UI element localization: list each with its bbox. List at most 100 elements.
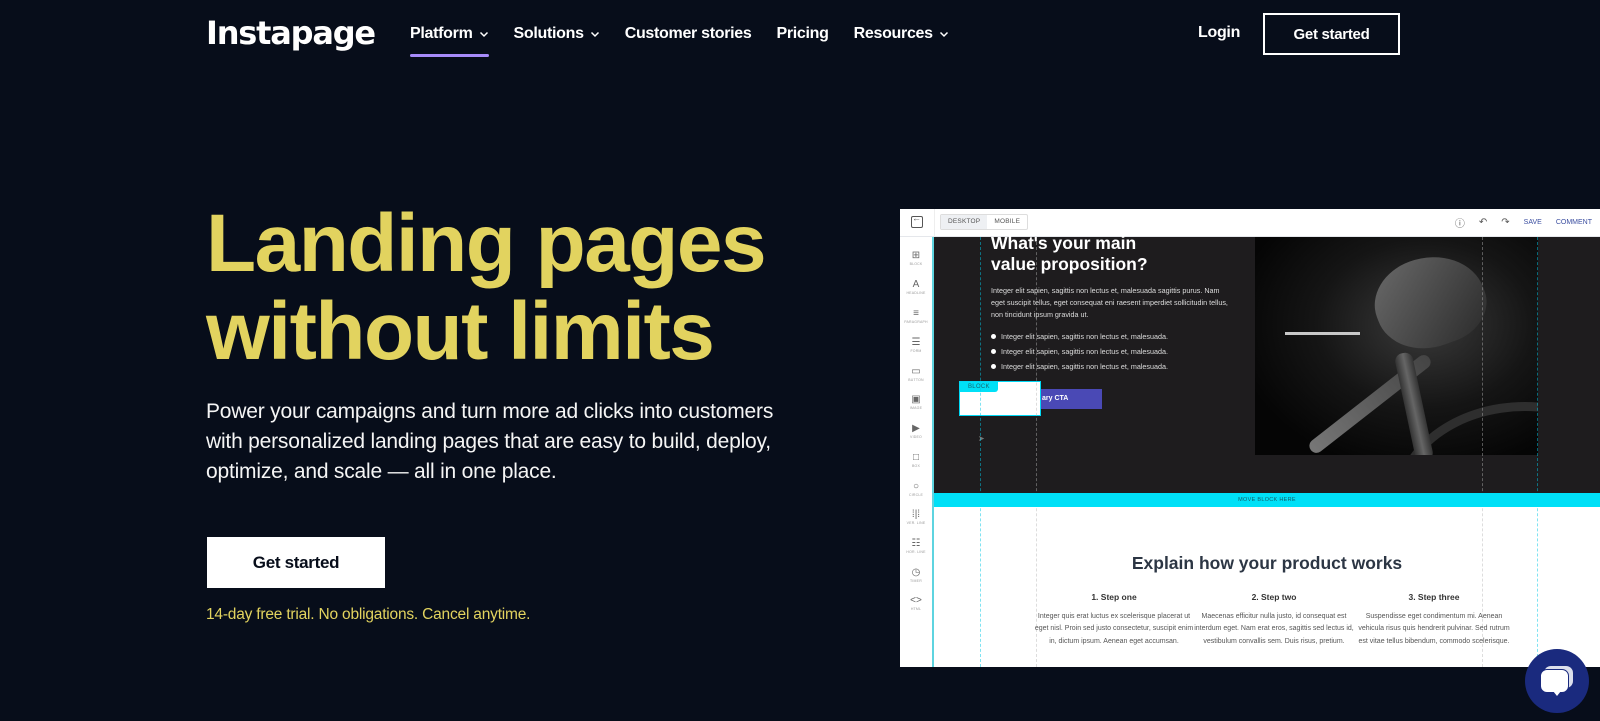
chevron-down-icon <box>939 31 948 38</box>
tool-label: BLOCK <box>909 262 923 266</box>
login-link[interactable]: Login <box>1198 24 1240 42</box>
nav-label: Resources <box>853 25 933 42</box>
chevron-down-icon <box>590 31 599 38</box>
tool-image[interactable]: ▣ IMAGE <box>900 394 932 410</box>
step-title: 1. Step one <box>1091 592 1137 602</box>
value-prop-bullets: Integer elit sapien, sagittis non lectus… <box>991 329 1168 374</box>
save-button[interactable]: SAVE <box>1524 219 1542 226</box>
element-toolbar: ⊞ BLOCK A HEADLINE ≡ PARAGRAPH ☰ FORM ▭ BUTTO… <box>900 237 934 667</box>
circle-icon: ○ <box>912 481 920 492</box>
cyclist-photo <box>1255 237 1538 455</box>
horizontal-line-icon: ☷ <box>911 538 921 549</box>
block-tag: BLOCK <box>960 382 998 392</box>
tool-label: BUTTON <box>908 378 924 382</box>
undo-icon[interactable]: ↶ <box>1479 217 1487 228</box>
tool-video[interactable]: ▶ VIDEO <box>900 423 932 439</box>
nav-item-platform[interactable]: Platform <box>410 22 489 57</box>
step-body: Integer quis erat luctus ex scelerisque … <box>1034 613 1194 645</box>
hero-title-line2: without limits <box>206 286 715 377</box>
view-desktop-tab[interactable]: DESKTOP <box>941 215 988 229</box>
paragraph-icon: ≡ <box>913 308 919 319</box>
toolbar-divider <box>934 209 935 237</box>
chevron-down-icon <box>479 31 488 38</box>
tool-vertical-line[interactable]: ⁞|⁞ VER. LINE <box>900 509 932 525</box>
tool-label: HOR. LINE <box>906 550 926 554</box>
trial-note: 14-day free trial. No obligations. Cance… <box>206 606 531 623</box>
nav-get-started-button[interactable]: Get started <box>1263 13 1400 55</box>
value-prop-section[interactable]: What's your main value proposition? Inte… <box>934 233 1600 493</box>
step-card: 2. Step two Maecenas efficitur nulla jus… <box>1194 592 1354 648</box>
tool-label: PARAGRAPH <box>904 320 928 324</box>
vertical-line-icon: ⁞|⁞ <box>911 509 921 520</box>
tool-block[interactable]: ⊞ BLOCK <box>900 250 932 266</box>
step-body: Maecenas efficitur nulla justo, id conse… <box>1194 613 1354 645</box>
main-menu: Platform Solutions Customer stories Pric… <box>410 22 974 57</box>
top-nav: Instapage Platform Solutions Customer st… <box>0 0 1600 68</box>
explain-title: Explain how your product works <box>1131 553 1403 573</box>
nav-label: Platform <box>410 25 473 42</box>
toolbar-actions: ⓘ ↶ ↷ SAVE COMMENT <box>1455 215 1592 230</box>
tool-timer[interactable]: ◷ TIMER <box>900 567 932 583</box>
tool-headline[interactable]: A HEADLINE <box>900 279 932 295</box>
timer-icon: ◷ <box>911 567 921 578</box>
tool-horizontal-line[interactable]: ☷ HOR. LINE <box>900 538 932 554</box>
value-prop-title-line1: What's your main <box>991 233 1137 253</box>
photo-arm <box>1362 240 1498 364</box>
comment-button[interactable]: COMMENT <box>1556 219 1592 226</box>
tool-label: VIDEO <box>910 435 922 439</box>
step-title: 2. Step two <box>1251 592 1297 602</box>
tool-label: HEADLINE <box>906 291 926 295</box>
bullet-item: Integer elit sapien, sagittis non lectus… <box>991 329 1168 344</box>
step-card: 3. Step three Suspendisse eget condiment… <box>1354 592 1514 648</box>
html-icon: <> <box>910 595 922 606</box>
tool-paragraph[interactable]: ≡ PARAGRAPH <box>900 308 932 324</box>
tool-label: HTML <box>910 607 922 611</box>
tool-button[interactable]: ▭ BUTTON <box>900 366 932 382</box>
hero-get-started-button[interactable]: Get started <box>207 537 385 588</box>
exit-icon[interactable] <box>911 213 923 228</box>
nav-label: Customer stories <box>624 25 752 42</box>
hero-title-line1: Landing pages <box>206 198 767 289</box>
tool-box[interactable]: □ BOX <box>900 452 932 468</box>
steps-row: 1. Step one Integer quis erat luctus ex … <box>1034 592 1554 648</box>
step-body: Suspendisse eget condimentum mi. Aenean … <box>1358 613 1510 645</box>
tool-circle[interactable]: ○ CIRCLE <box>900 481 932 497</box>
photo-highlight <box>1285 332 1360 335</box>
instapage-logo[interactable]: Instapage <box>206 14 376 52</box>
nav-label: Pricing <box>776 25 829 42</box>
nav-label: Solutions <box>513 25 584 42</box>
dragged-block[interactable]: BLOCK <box>959 381 1041 416</box>
tool-label: BOX <box>912 464 920 468</box>
hero-subtitle: Power your campaigns and turn more ad cl… <box>206 400 774 483</box>
view-mobile-tab[interactable]: MOBILE <box>987 215 1027 229</box>
tool-label: VER. LINE <box>906 521 926 525</box>
headline-icon: A <box>912 279 920 290</box>
tool-form[interactable]: ☰ FORM <box>900 337 932 353</box>
redo-icon[interactable]: ↷ <box>1501 217 1509 228</box>
nav-item-customer-stories[interactable]: Customer stories <box>625 22 752 46</box>
move-block-dropzone[interactable]: MOVE BLOCK HERE <box>934 493 1600 507</box>
button-icon: ▭ <box>911 366 921 377</box>
question-circle-icon[interactable]: ⓘ <box>1455 215 1465 230</box>
video-icon: ▶ <box>912 423 920 434</box>
block-icon: ⊞ <box>911 250 921 261</box>
tool-label: TIMER <box>910 579 922 583</box>
tool-label: IMAGE <box>909 406 923 410</box>
view-toggle: DESKTOP MOBILE <box>940 214 1029 230</box>
mouse-cursor-icon: ➤ <box>978 434 985 443</box>
bullet-item: Integer elit sapien, sagittis non lectus… <box>991 359 1168 374</box>
nav-item-solutions[interactable]: Solutions <box>514 22 600 46</box>
form-icon: ☰ <box>911 337 921 348</box>
tool-label: FORM <box>910 349 922 353</box>
editor-canvas[interactable]: What's your main value proposition? Inte… <box>934 233 1600 667</box>
step-title: 3. Step three <box>1408 592 1460 602</box>
nav-item-pricing[interactable]: Pricing <box>776 22 828 46</box>
primary-cta-button[interactable]: ary CTA <box>1034 389 1102 409</box>
value-prop-body: Integer elit sapien, sagittis non lectus… <box>991 286 1228 320</box>
bullet-item: Integer elit sapien, sagittis non lectus… <box>991 344 1168 359</box>
tool-label: CIRCLE <box>908 493 924 497</box>
chat-widget-button[interactable] <box>1525 649 1589 713</box>
nav-item-resources[interactable]: Resources <box>854 22 949 46</box>
tool-html[interactable]: <> HTML <box>900 595 932 611</box>
guide-line <box>980 237 981 667</box>
